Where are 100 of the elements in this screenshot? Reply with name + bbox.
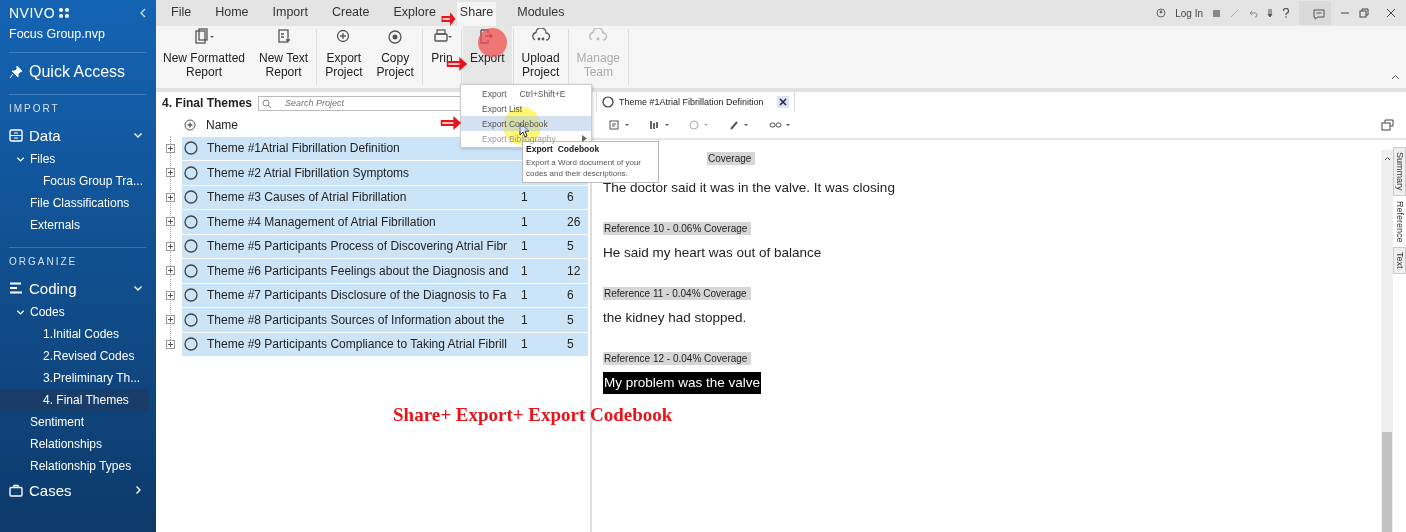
collapse-ribbon-icon[interactable] (1391, 74, 1400, 80)
expand-icon[interactable] (166, 168, 175, 178)
list-title: 4. Final Themes (162, 96, 253, 110)
reference-heading: Reference 12 - 0.04% Coverage (603, 352, 752, 365)
document-tab[interactable]: Theme #1Atrial Fibrillation Definition (596, 91, 795, 112)
nav-item[interactable]: Sentiment (0, 411, 149, 433)
nav-group[interactable]: Coding (9, 275, 146, 301)
circle-icon (184, 239, 198, 254)
expand-icon[interactable] (166, 192, 175, 202)
nav-item[interactable]: 4. Final Themes (0, 389, 149, 411)
ribbon-tab[interactable]: Share (456, 2, 497, 26)
ribbon-button[interactable]: New Formatted Report (156, 26, 253, 88)
column-header[interactable]: Name (206, 118, 238, 132)
nav-group[interactable]: Cases (9, 477, 146, 503)
files-count: 1 (521, 263, 529, 278)
references-count: 6 (567, 190, 574, 205)
ribbon-tab[interactable]: Create (328, 2, 373, 26)
row-name: Theme #1Atrial Fibrillation Definition (207, 141, 401, 156)
theme-row[interactable]: Theme #3 Causes of Atrial Fibrillation 1 6 (182, 185, 588, 209)
side-tab[interactable]: Text (1393, 247, 1406, 274)
nav-item[interactable]: 1.Initial Codes (0, 323, 149, 345)
references-count: 12 (567, 263, 581, 278)
expand-icon[interactable] (166, 339, 175, 349)
expand-icon[interactable] (166, 266, 175, 276)
references-count: 5 (567, 312, 574, 327)
circle-icon (184, 141, 198, 156)
link-icon[interactable] (769, 120, 793, 130)
help-icon[interactable] (1282, 8, 1290, 18)
nav-item[interactable]: Relationships (0, 433, 149, 455)
expand-icon[interactable] (166, 217, 175, 227)
scroll-up-icon[interactable] (1383, 156, 1391, 161)
nav-item[interactable]: 3.Preliminary Th... (0, 367, 149, 389)
window-icon[interactable] (1381, 119, 1394, 131)
dots-icon (58, 7, 71, 19)
circle-icon (184, 165, 198, 180)
expand-icon[interactable] (166, 290, 175, 300)
references-count: 5 (567, 239, 574, 254)
pen-icon[interactable] (729, 120, 751, 130)
undo-icon[interactable] (1248, 8, 1258, 18)
ribbon-tab[interactable]: File (168, 2, 195, 26)
restore-icon[interactable] (1359, 8, 1369, 18)
scrollbar[interactable] (1381, 150, 1393, 532)
close-icon[interactable] (776, 96, 789, 108)
theme-row[interactable]: Theme #5 Participants Process of Discovering Atrial Fibr 1 5 (182, 234, 588, 258)
ribbon-tab[interactable]: Home (212, 2, 252, 26)
comment-icon[interactable] (609, 120, 631, 130)
nav-item[interactable]: Relationship Types (0, 455, 149, 477)
nav-item[interactable]: Externals (0, 214, 149, 236)
theme-row[interactable]: Theme #9 Participants Compliance to Taking Atrial Fibrill 1 5 (182, 332, 588, 356)
side-tab[interactable]: Summary (1393, 147, 1406, 196)
row-name: Theme #9 Participants Compliance to Taking Atrial Fibrill (207, 337, 508, 352)
scrollbar-thumb[interactable] (1382, 432, 1392, 532)
files-count: 1 (521, 214, 529, 229)
briefcase-icon (9, 483, 23, 497)
theme-row[interactable]: Theme #6 Participants Feelings about the Diagnosis and 1 12 (182, 259, 588, 283)
ribbon-tab[interactable]: Explore (390, 2, 439, 26)
dropdown-icon[interactable] (1267, 8, 1273, 18)
save-icon[interactable] (1212, 8, 1221, 18)
circle-icon (184, 214, 198, 229)
ribbon-button[interactable]: Copy Project (369, 26, 421, 88)
reference-text: He said my heart was out of balance (603, 245, 822, 260)
menu-item[interactable]: Export Codebook (461, 116, 591, 131)
ribbon-tab[interactable]: Import (269, 2, 311, 26)
references-count: 6 (567, 288, 574, 303)
nav-item[interactable]: Files (0, 148, 149, 170)
nav-group[interactable]: Data (9, 122, 146, 148)
files-count: 1 (521, 312, 529, 327)
theme-row[interactable]: Theme #8 Participants Sources of Information about the 1 5 (182, 308, 588, 332)
expand-icon[interactable] (166, 315, 175, 325)
close-icon[interactable] (1386, 8, 1396, 18)
theme-row[interactable]: Theme #4 Management of Atrial Fibrillation 1 26 (182, 210, 588, 234)
nav-item[interactable]: File Classifications (0, 192, 149, 214)
account-icon[interactable] (1156, 8, 1167, 18)
circle-icon (602, 96, 614, 108)
bars-icon[interactable] (649, 120, 671, 130)
pin-icon (9, 65, 23, 79)
ribbon-tab[interactable]: Modules (514, 2, 568, 26)
nav-item[interactable]: 2.Revised Codes (0, 345, 149, 367)
nav-item[interactable]: Codes (0, 301, 149, 323)
collapse-icon[interactable] (140, 8, 146, 18)
files-count: 1 (521, 288, 529, 303)
drawer-icon (9, 128, 23, 142)
theme-row[interactable]: Theme #7 Participants Disclosure of the Diagnosis to Fa 1 6 (182, 283, 588, 307)
section-heading: IMPORT (9, 103, 61, 114)
reference-heading: Reference 11 - 0.04% Coverage (603, 287, 751, 300)
ribbon-button[interactable]: New Text Report (252, 26, 316, 88)
expand-icon[interactable] (166, 143, 175, 153)
reference-text: My problem was the valve (603, 372, 762, 394)
search-icon (262, 98, 273, 109)
files-count: 1 (521, 239, 529, 254)
nav-item[interactable]: Focus Group Tra... (0, 170, 149, 192)
ribbon-button[interactable]: Export Project (318, 26, 370, 88)
login-link[interactable]: Log In (1175, 7, 1203, 19)
quick-access[interactable]: Quick Access (9, 61, 146, 83)
add-column-icon[interactable] (184, 119, 196, 131)
row-name: Theme #5 Participants Process of Discovering Atrial Fibr (207, 239, 509, 254)
lines-icon (9, 282, 23, 294)
expand-icon[interactable] (166, 241, 175, 251)
ribbon-button[interactable]: Prin (423, 26, 460, 88)
ribbon-button[interactable]: Upload Project (514, 26, 567, 88)
